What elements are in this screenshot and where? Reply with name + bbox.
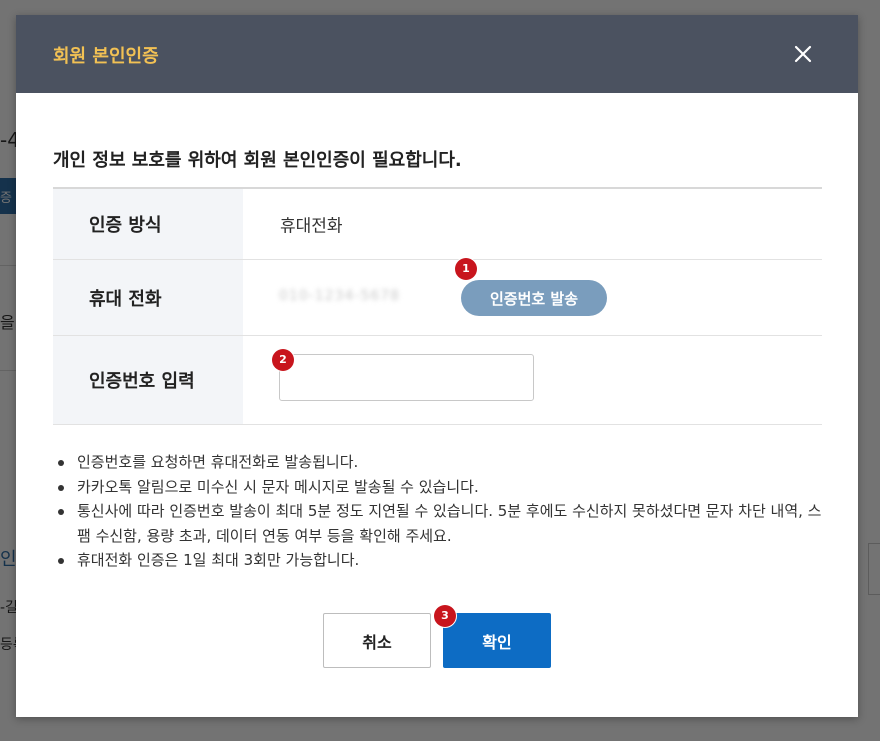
row-cell: 010-1234-5678 인증번호 발송 1	[243, 258, 822, 335]
row-code-input: 인증번호 입력 2	[53, 336, 822, 425]
phone-number-masked: 010-1234-5678	[279, 288, 401, 304]
step-badge-1: 1	[455, 258, 477, 280]
close-button[interactable]	[788, 39, 818, 69]
phone-label: 휴대 전화	[89, 288, 162, 310]
row-header: 휴대 전화	[53, 260, 243, 335]
send-code-button[interactable]: 인증번호 발송	[461, 280, 607, 316]
row-cell: 휴대전화	[243, 189, 822, 259]
row-phone: 휴대 전화 010-1234-5678 인증번호 발송 1	[53, 258, 822, 336]
notice-list: 인증번호를 요청하면 휴대전화로 발송됩니다. 카카오톡 알림으로 미수신 시 …	[53, 450, 833, 573]
row-header: 인증 방식	[53, 189, 243, 259]
row-header: 인증번호 입력	[53, 336, 243, 424]
close-icon	[794, 45, 812, 63]
list-item: 인증번호를 요청하면 휴대전화로 발송됩니다.	[53, 450, 833, 475]
row-cell: 2	[243, 336, 822, 424]
modal-header: 회원 본인인증	[16, 15, 858, 93]
list-item: 카카오톡 알림으로 미수신 시 문자 메시지로 발송될 수 있습니다.	[53, 475, 833, 500]
intro-text: 개인 정보 보호를 위하여 회원 본인인증이 필요합니다.	[53, 150, 462, 171]
row-auth-method: 인증 방식 휴대전화	[53, 189, 822, 260]
list-item: 통신사에 따라 인증번호 발송이 최대 5분 정도 지연될 수 있습니다. 5분…	[53, 499, 833, 548]
list-item: 휴대전화 인증은 1일 최대 3회만 가능합니다.	[53, 548, 833, 573]
step-badge-3: 3	[434, 605, 456, 627]
cancel-button[interactable]: 취소	[323, 613, 431, 668]
code-input-label: 인증번호 입력	[89, 371, 195, 392]
auth-modal: 회원 본인인증 개인 정보 보호를 위하여 회원 본인인증이 필요합니다. 인증…	[16, 15, 858, 717]
verification-code-input[interactable]	[279, 354, 534, 401]
modal-title: 회원 본인인증	[53, 46, 159, 67]
auth-method-label: 인증 방식	[89, 215, 162, 236]
auth-method-value: 휴대전화	[280, 216, 343, 237]
confirm-button[interactable]: 확인	[443, 613, 551, 668]
step-badge-2: 2	[272, 349, 294, 371]
auth-form-table: 인증 방식 휴대전화 휴대 전화 010-1234-5678 인증번호 발송 1…	[53, 187, 822, 425]
